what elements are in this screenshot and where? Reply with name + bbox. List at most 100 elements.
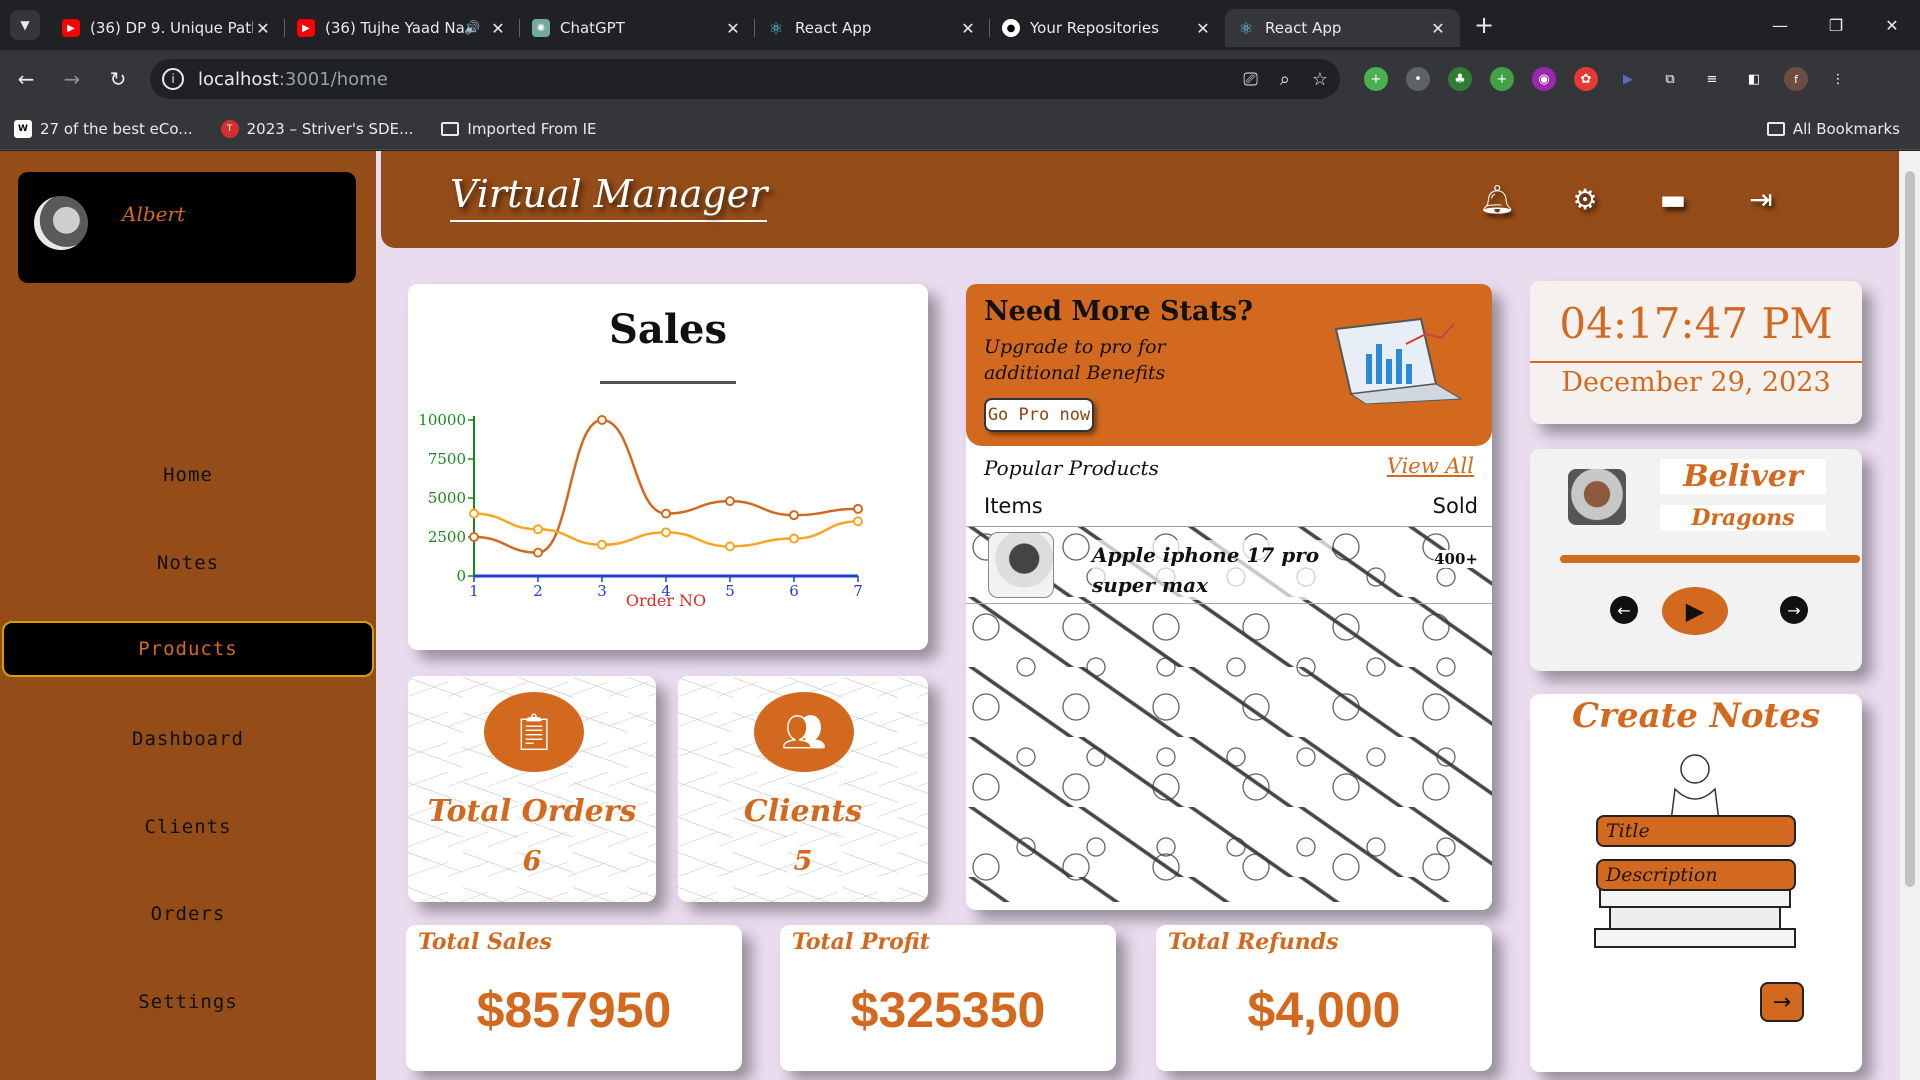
tab-title: ChatGPT	[560, 19, 625, 37]
note-title-placeholder: Title	[1606, 820, 1650, 842]
next-track-icon[interactable]: →	[1780, 596, 1808, 624]
x-tick-label: 1	[469, 582, 479, 600]
x-tick-label: 2	[533, 582, 543, 600]
clients-value: 5	[793, 846, 813, 877]
new-tab-button[interactable]: +	[1466, 11, 1502, 39]
browser-tab[interactable]: ▶ (36) Tujhe Yaad Na Me 🔊 ✕	[285, 9, 520, 47]
sidebar-item-orders[interactable]: Orders	[0, 886, 376, 942]
back-button[interactable]: ←	[6, 59, 46, 99]
bell-icon[interactable]: 🔔︎	[1479, 181, 1515, 217]
chat-icon[interactable]: ▬	[1655, 181, 1691, 217]
page-scrollbar[interactable]	[1900, 151, 1920, 1080]
y-tick-label: 2500	[428, 528, 466, 546]
close-icon[interactable]: ✕	[958, 19, 978, 38]
avatar	[34, 196, 88, 250]
total-orders-card[interactable]: 📋︎ Total Orders 6	[408, 676, 656, 902]
sidebar-item-dashboard[interactable]: Dashboard	[0, 711, 376, 767]
progress-bar[interactable]	[1560, 555, 1860, 563]
sidebar-item-logout[interactable]: Logout	[0, 1062, 376, 1080]
music-player-card: Beliver Dragons ← ▶ →	[1530, 449, 1862, 671]
bookmark-folder[interactable]: Imported From IE	[441, 120, 597, 138]
minimize-icon[interactable]: —	[1752, 0, 1808, 50]
total-sales-card: Total Sales $857950	[406, 925, 742, 1071]
previous-track-icon[interactable]: ←	[1610, 596, 1638, 624]
books-illustration	[1594, 754, 1796, 948]
menu-icon[interactable]: ⋮	[1826, 67, 1850, 91]
sidebar-item-clients[interactable]: Clients	[0, 799, 376, 855]
go-pro-button[interactable]: Go Pro now	[984, 398, 1094, 432]
extension-icon[interactable]: ◉	[1532, 67, 1556, 91]
data-point	[789, 510, 799, 521]
total-profit-value: $325350	[850, 982, 1046, 1038]
browser-tab[interactable]: ● Your Repositories ✕	[990, 9, 1225, 47]
url-input[interactable]: i localhost:3001/home ⎚ ⌕ ☆	[150, 59, 1340, 99]
youtube-icon: ▶	[62, 19, 80, 37]
close-icon[interactable]: ✕	[253, 19, 273, 38]
bookmark-star-icon[interactable]: ☆	[1312, 69, 1328, 90]
notes-title: Create Notes	[1571, 696, 1821, 736]
bookmark-item[interactable]: W 27 of the best eCo...	[14, 119, 193, 138]
youtube-icon: ▶	[297, 19, 315, 37]
sidebar-item-notes[interactable]: Notes	[0, 535, 376, 591]
top-header: Virtual Manager 🔔︎ ⚙ ▬ ⇥	[381, 151, 1899, 248]
react-icon: ⚛	[768, 18, 784, 38]
scrollbar-thumb[interactable]	[1905, 171, 1915, 887]
close-icon[interactable]: ✕	[488, 19, 508, 38]
browser-tab[interactable]: ⚛ React App ✕	[755, 9, 990, 47]
chatgpt-icon: ✺	[532, 19, 550, 37]
data-point	[661, 508, 671, 519]
extension-icon[interactable]: +	[1364, 67, 1388, 91]
song-title: Beliver	[1660, 459, 1826, 494]
close-icon[interactable]: ✕	[1428, 19, 1448, 38]
data-point	[853, 503, 863, 514]
restore-icon[interactable]: ❐	[1808, 0, 1864, 50]
tab-search-button[interactable]: ▼	[10, 10, 40, 40]
data-point	[469, 508, 479, 519]
bookmark-item[interactable]: T 2023 – Striver's SDE...	[220, 119, 413, 138]
forward-button[interactable]: →	[52, 59, 92, 99]
logout-icon[interactable]: ⇥	[1743, 181, 1779, 217]
bookmark-label: 27 of the best eCo...	[40, 119, 193, 138]
submit-note-button[interactable]: →	[1760, 982, 1804, 1022]
speaker-icon[interactable]: 🔊	[464, 21, 482, 36]
close-window-icon[interactable]: ✕	[1864, 0, 1920, 50]
zoom-icon[interactable]: ⌕	[1280, 69, 1290, 90]
profile-avatar[interactable]: f	[1784, 67, 1808, 91]
media-icon[interactable]: ≡	[1700, 67, 1724, 91]
note-title-input[interactable]: Title	[1596, 815, 1796, 847]
brand-title[interactable]: Virtual Manager	[450, 172, 768, 222]
note-description-input[interactable]: Description	[1596, 859, 1796, 891]
sidebar-item-products[interactable]: Products	[2, 621, 374, 677]
extension-icon[interactable]: ✿	[1574, 67, 1598, 91]
github-icon: ●	[1002, 19, 1020, 37]
close-icon[interactable]: ✕	[1193, 19, 1213, 38]
extension-icon[interactable]: +	[1490, 67, 1514, 91]
browser-tab[interactable]: ✺ ChatGPT ✕	[520, 9, 755, 47]
close-icon[interactable]: ✕	[723, 19, 743, 38]
browser-tab-active[interactable]: ⚛ React App ✕	[1225, 9, 1460, 47]
extension-icon[interactable]: •	[1406, 67, 1430, 91]
site-info-icon[interactable]: i	[162, 68, 184, 90]
popular-products-title: Popular Products	[984, 456, 1159, 480]
product-row[interactable]: Apple iphone 17 pro super max 400+	[966, 526, 1492, 604]
reload-button[interactable]: ↻	[98, 59, 138, 99]
side-panel-icon[interactable]: ◧	[1742, 67, 1766, 91]
extension-icon[interactable]: ▶	[1616, 67, 1640, 91]
view-all-link[interactable]: View All	[1387, 454, 1474, 478]
song-artist: Dragons	[1660, 505, 1826, 531]
tree-extension-icon[interactable]: ♣	[1448, 67, 1472, 91]
sidebar-item-settings[interactable]: Settings	[0, 974, 376, 1030]
sidebar-item-home[interactable]: Home	[0, 447, 376, 503]
clock-time: 04:17:47 PM	[1559, 299, 1833, 348]
install-app-icon[interactable]: ⎚	[1243, 69, 1257, 90]
sidebar: Albert Home Notes Products Dashboard Cli…	[0, 151, 376, 1080]
browser-tab[interactable]: ▶ (36) DP 9. Unique Paths 2 | ✕	[50, 9, 285, 47]
clients-card[interactable]: 👥︎ Clients 5	[678, 676, 928, 902]
note-description-placeholder: Description	[1606, 864, 1718, 886]
all-bookmarks-button[interactable]: All Bookmarks	[1766, 120, 1900, 138]
total-refunds-value: $4,000	[1247, 982, 1401, 1038]
puzzle-icon[interactable]: ⧉	[1658, 67, 1682, 91]
gear-icon[interactable]: ⚙	[1567, 181, 1603, 217]
url-host: localhost	[198, 68, 279, 90]
play-icon[interactable]: ▶	[1662, 587, 1728, 635]
